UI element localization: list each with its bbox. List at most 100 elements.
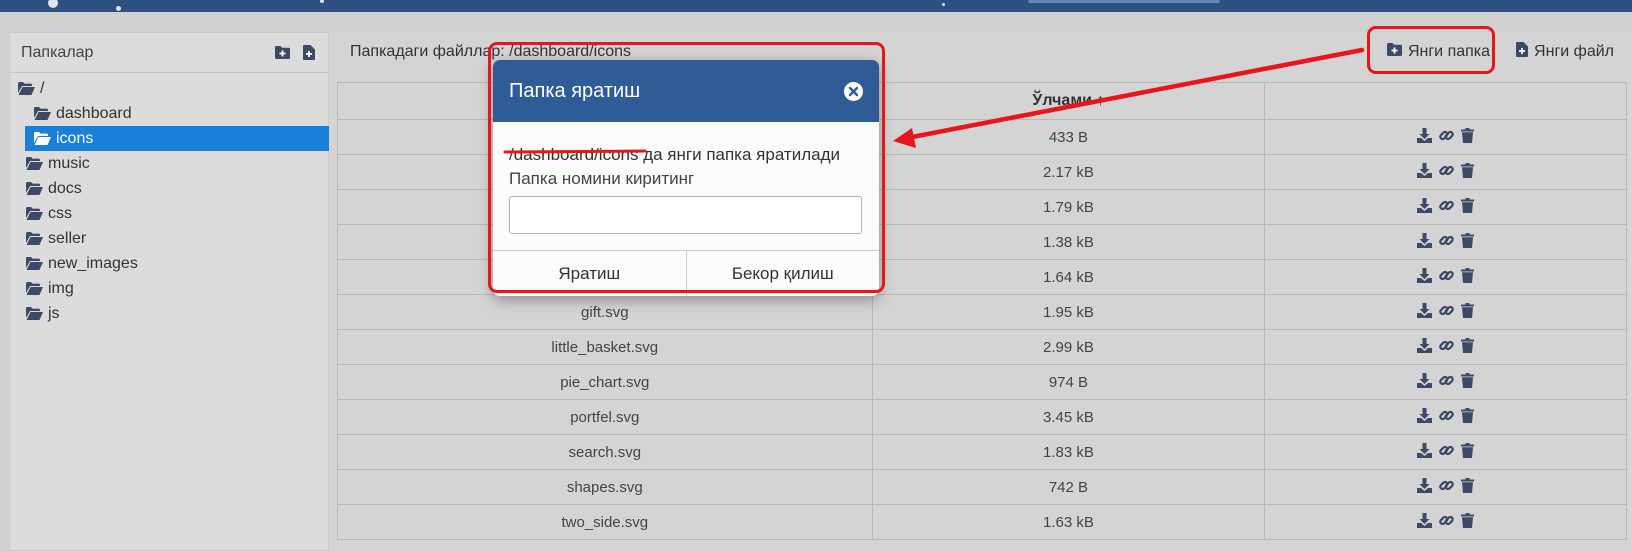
trash-icon[interactable] (1461, 197, 1475, 213)
trash-icon[interactable] (1461, 302, 1475, 318)
link-icon[interactable] (1439, 198, 1454, 213)
trash-icon[interactable] (1461, 267, 1475, 283)
file-actions-cell (1264, 259, 1627, 295)
folder-open-icon (34, 132, 51, 145)
folder-open-icon (26, 257, 43, 270)
file-plus-icon (1516, 42, 1534, 62)
tree-item-js[interactable]: js (10, 301, 328, 326)
folder-open-icon (34, 107, 51, 120)
file-size-cell: 974 B (871, 364, 1266, 400)
link-icon[interactable] (1439, 163, 1454, 178)
file-name-cell[interactable]: gift.svg (337, 294, 873, 330)
download-icon[interactable] (1417, 302, 1433, 318)
row-actions (1417, 372, 1475, 388)
row-actions (1417, 442, 1475, 458)
download-icon[interactable] (1417, 512, 1433, 528)
folder-open-icon (26, 207, 43, 220)
download-icon[interactable] (1417, 442, 1433, 458)
table-row[interactable]: search.svg 1.83 kB (337, 434, 1627, 470)
download-icon[interactable] (1417, 337, 1433, 353)
tree-item-label: css (48, 204, 72, 222)
tree-item-label: js (48, 304, 60, 322)
row-actions (1417, 407, 1475, 423)
link-icon[interactable] (1439, 443, 1454, 458)
trash-icon[interactable] (1461, 232, 1475, 248)
download-icon[interactable] (1417, 127, 1433, 143)
link-icon[interactable] (1439, 373, 1454, 388)
trash-icon[interactable] (1461, 337, 1475, 353)
link-icon[interactable] (1439, 408, 1454, 423)
file-actions-cell (1264, 294, 1627, 330)
tree-item-icons[interactable]: icons (25, 126, 330, 151)
tree-item-label: / (40, 79, 45, 97)
trash-icon[interactable] (1461, 407, 1475, 423)
table-row[interactable]: portfel.svg 3.45 kB (337, 399, 1627, 435)
table-row[interactable]: pie_chart.svg 974 B (337, 364, 1627, 400)
download-icon[interactable] (1417, 407, 1433, 423)
folders-panel: Папкалар / dashboard icons music docs cs… (9, 32, 330, 551)
file-size-cell: 1.83 kB (871, 434, 1266, 470)
download-icon[interactable] (1417, 232, 1433, 248)
link-icon[interactable] (1439, 478, 1454, 493)
download-icon[interactable] (1417, 267, 1433, 283)
top-navbar (0, 0, 1632, 12)
table-row[interactable]: shapes.svg 742 B (337, 469, 1627, 505)
download-icon[interactable] (1417, 197, 1433, 213)
link-icon[interactable] (1439, 268, 1454, 283)
file-size-cell: 1.64 kB (871, 259, 1266, 295)
decor-dot (48, 0, 58, 8)
folder-open-icon (26, 232, 43, 245)
trash-icon[interactable] (1461, 442, 1475, 458)
trash-icon[interactable] (1461, 127, 1475, 143)
file-size-cell: 742 B (871, 469, 1266, 505)
tree-item-music[interactable]: music (10, 151, 328, 176)
trash-icon[interactable] (1461, 477, 1475, 493)
column-header-size[interactable]: Ўлчами ↑ (871, 82, 1266, 120)
download-icon[interactable] (1417, 477, 1433, 493)
tree-item-dashboard[interactable]: dashboard (10, 101, 328, 126)
table-row[interactable]: two_side.svg 1.63 kB (337, 504, 1627, 540)
top-search-field[interactable] (1028, 0, 1220, 3)
link-icon[interactable] (1439, 233, 1454, 248)
tree-item-css[interactable]: css (10, 201, 328, 226)
file-name-cell[interactable]: little_basket.svg (337, 329, 873, 365)
file-actions-cell (1264, 154, 1627, 190)
tree-item-new-images[interactable]: new_images (10, 251, 328, 276)
new-file-label: Янги файл (1534, 43, 1614, 60)
row-actions (1417, 197, 1475, 213)
download-icon[interactable] (1417, 372, 1433, 388)
tree-item-label: docs (48, 179, 82, 197)
file-size-cell: 1.38 kB (871, 224, 1266, 260)
file-actions-cell (1264, 189, 1627, 225)
file-name-cell[interactable]: two_side.svg (337, 504, 873, 540)
tree-item-img[interactable]: img (10, 276, 328, 301)
trash-icon[interactable] (1461, 372, 1475, 388)
download-icon[interactable] (1417, 162, 1433, 178)
file-name-cell[interactable]: portfel.svg (337, 399, 873, 435)
row-actions (1417, 232, 1475, 248)
file-name-cell[interactable]: search.svg (337, 434, 873, 470)
folder-plus-icon[interactable] (274, 45, 290, 61)
trash-icon[interactable] (1461, 162, 1475, 178)
new-file-button[interactable]: Янги файл (1506, 32, 1624, 72)
trash-icon[interactable] (1461, 512, 1475, 528)
folder-open-icon (26, 182, 43, 195)
folder-open-icon (26, 307, 43, 320)
file-plus-icon[interactable] (301, 45, 317, 61)
file-actions-cell (1264, 434, 1627, 470)
file-actions-cell (1264, 364, 1627, 400)
decor-dot (942, 3, 945, 6)
tree-item-docs[interactable]: docs (10, 176, 328, 201)
column-header-actions (1264, 82, 1627, 120)
link-icon[interactable] (1439, 513, 1454, 528)
file-name-cell[interactable]: shapes.svg (337, 469, 873, 505)
link-icon[interactable] (1439, 338, 1454, 353)
link-icon[interactable] (1439, 303, 1454, 318)
table-row[interactable]: gift.svg 1.95 kB (337, 294, 1627, 330)
tree-item-root[interactable]: / (10, 76, 328, 101)
tree-item-label: img (48, 279, 74, 297)
link-icon[interactable] (1439, 128, 1454, 143)
table-row[interactable]: little_basket.svg 2.99 kB (337, 329, 1627, 365)
tree-item-seller[interactable]: seller (10, 226, 328, 251)
file-name-cell[interactable]: pie_chart.svg (337, 364, 873, 400)
